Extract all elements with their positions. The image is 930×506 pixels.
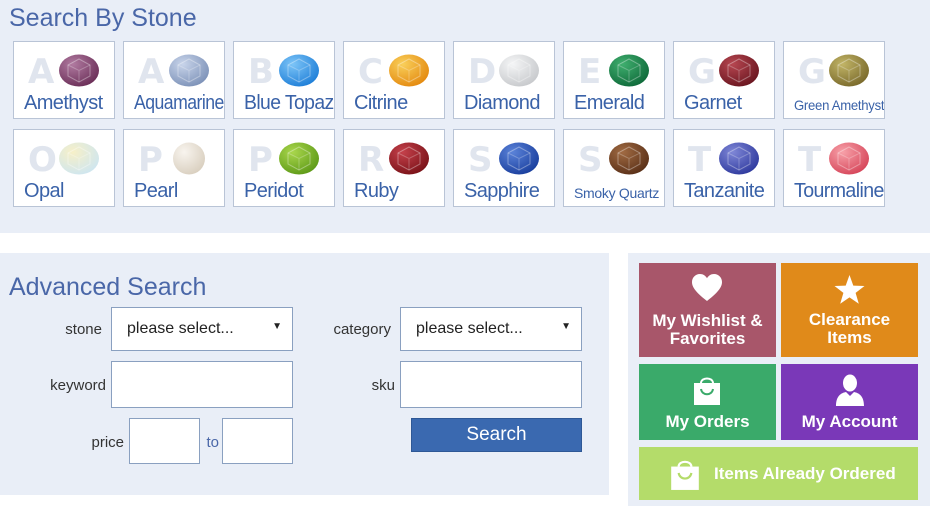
price-min-input[interactable]: [129, 418, 200, 464]
my-orders-button[interactable]: My Orders: [639, 364, 776, 440]
stone-tile-garnet[interactable]: G Garnet: [673, 41, 775, 119]
stone-letter: B: [248, 52, 274, 92]
stone-letter: G: [798, 52, 826, 92]
keyword-input[interactable]: [111, 361, 293, 408]
stone-name: Citrine: [354, 92, 408, 114]
gemstone-icon: [59, 142, 99, 175]
stone-tile-smoky-quartz[interactable]: S Smoky Quartz: [563, 129, 665, 207]
stone-name: Tanzanite: [684, 180, 765, 202]
search-by-stone-section: Search By Stone A Amethyst A Aquamarine B Blu…: [0, 0, 930, 233]
my-account-button[interactable]: My Account: [781, 364, 918, 440]
shopping-bag-icon: [694, 377, 720, 405]
stone-name: Pearl: [134, 180, 178, 202]
user-icon: [836, 374, 864, 406]
gemstone-icon: [169, 54, 209, 87]
gemstone-icon: [609, 142, 649, 175]
stone-letter: C: [358, 52, 383, 92]
stone-tile-citrine[interactable]: C Citrine: [343, 41, 445, 119]
price-label: price: [91, 434, 124, 451]
advanced-search-title: Advanced Search: [9, 273, 207, 301]
stone-tile-pearl[interactable]: P Pearl: [123, 129, 225, 207]
category-label: category: [333, 321, 391, 338]
stone-tile-peridot[interactable]: P Peridot: [233, 129, 335, 207]
keyword-label: keyword: [50, 377, 106, 394]
gemstone-icon: [719, 142, 759, 175]
wishlist-label: My Wishlist & Favorites: [652, 311, 763, 348]
stone-letter: O: [28, 140, 57, 180]
heart-icon: [692, 274, 722, 301]
stone-letter: A: [138, 52, 165, 92]
stone-name: Emerald: [574, 92, 645, 114]
stone-letter: G: [688, 52, 716, 92]
my-account-label: My Account: [801, 412, 898, 431]
stone-tile-diamond[interactable]: D Diamond: [453, 41, 555, 119]
stone-letter: D: [468, 52, 497, 92]
stone-name: Diamond: [464, 92, 540, 114]
stone-name: Garnet: [684, 92, 742, 114]
gemstone-icon: [829, 54, 869, 87]
wishlist-button[interactable]: My Wishlist & Favorites: [639, 263, 776, 357]
sku-input[interactable]: [400, 361, 582, 408]
items-already-ordered-button[interactable]: Items Already Ordered: [639, 447, 918, 500]
sku-label: sku: [371, 377, 395, 394]
gemstone-icon: [719, 54, 759, 87]
stone-name: Opal: [24, 180, 64, 202]
stone-tile-tourmaline[interactable]: T Tourmaline: [783, 129, 885, 207]
stone-tile-tanzanite[interactable]: T Tanzanite: [673, 129, 775, 207]
stone-letter: P: [138, 140, 163, 180]
gemstone-icon: [389, 54, 429, 87]
shopping-bag-icon: [671, 460, 699, 490]
clearance-button[interactable]: Clearance Items: [781, 263, 918, 357]
stone-name: Aquamarine: [134, 92, 224, 114]
stone-letter: S: [468, 140, 493, 180]
clearance-label: Clearance Items: [808, 310, 891, 347]
stone-select[interactable]: please select... ▼: [111, 307, 293, 351]
stone-name: Ruby: [354, 180, 399, 202]
gemstone-icon: [173, 142, 205, 175]
stone-letter: R: [358, 140, 385, 180]
gemstone-icon: [279, 54, 319, 87]
gemstone-icon: [499, 142, 539, 175]
category-select-value: please select...: [416, 320, 523, 337]
stone-tile-emerald[interactable]: E Emerald: [563, 41, 665, 119]
category-select[interactable]: please select... ▼: [400, 307, 582, 351]
gemstone-icon: [609, 54, 649, 87]
my-orders-label: My Orders: [665, 412, 750, 431]
stone-letter: A: [28, 52, 55, 92]
stone-tile-opal[interactable]: O Opal: [13, 129, 115, 207]
stone-name: Tourmaline: [794, 180, 884, 202]
star-icon: [834, 275, 865, 304]
price-max-input[interactable]: [222, 418, 293, 464]
gemstone-icon: [499, 54, 539, 87]
search-button[interactable]: Search: [411, 418, 582, 452]
gemstone-icon: [279, 142, 319, 175]
stone-name: Green Amethyst: [794, 97, 885, 113]
section-title: Search By Stone: [9, 4, 197, 32]
stone-name: Amethyst: [24, 92, 103, 114]
stone-name: Peridot: [244, 180, 304, 202]
gemstone-icon: [829, 142, 869, 175]
items-already-ordered-label: Items Already Ordered: [714, 464, 896, 483]
chevron-down-icon: ▼: [561, 321, 571, 332]
stone-name: Smoky Quartz: [574, 185, 660, 201]
stone-letter: T: [688, 140, 712, 180]
stone-letter: E: [578, 52, 602, 92]
stone-letter: S: [578, 140, 603, 180]
stone-tile-amethyst[interactable]: A Amethyst: [13, 41, 115, 119]
price-to-label: to: [206, 434, 219, 451]
chevron-down-icon: ▼: [272, 321, 282, 332]
stone-name: Sapphire: [464, 180, 540, 202]
stone-tile-sapphire[interactable]: S Sapphire: [453, 129, 555, 207]
stone-tile-ruby[interactable]: R Ruby: [343, 129, 445, 207]
stone-select-value: please select...: [127, 320, 234, 337]
gemstone-icon: [59, 54, 99, 87]
stone-letter: P: [248, 140, 273, 180]
stone-tile-green-amethyst[interactable]: G Green Amethyst: [783, 41, 885, 119]
stone-name: Blue Topaz: [244, 92, 334, 114]
gemstone-icon: [389, 142, 429, 175]
stone-label: stone: [65, 321, 102, 338]
stone-letter: T: [798, 140, 822, 180]
stone-tile-blue-topaz[interactable]: B Blue Topaz: [233, 41, 335, 119]
stone-tile-aquamarine[interactable]: A Aquamarine: [123, 41, 225, 119]
